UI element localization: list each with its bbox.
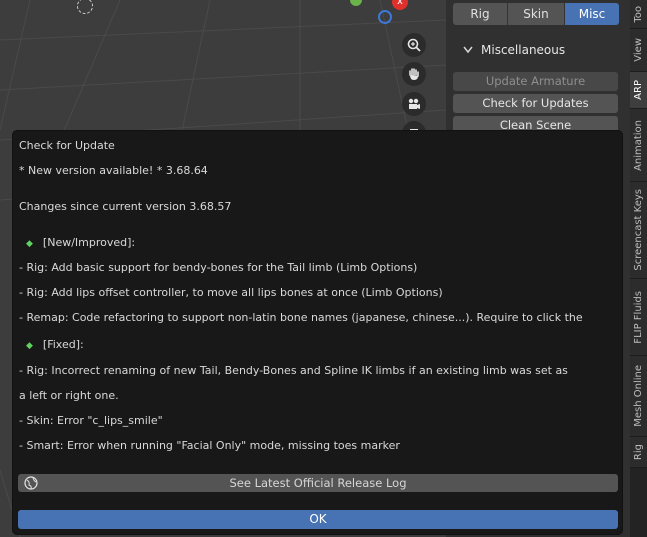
- list-item: - Rig: Add basic support for bendy-bones…: [19, 261, 418, 274]
- side-tab-flip-fluids[interactable]: FLIP Fluids: [630, 279, 647, 356]
- side-tab-mesh-online[interactable]: Mesh Online: [630, 356, 647, 437]
- release-log-button[interactable]: See Latest Official Release Log: [18, 474, 618, 492]
- zoom-icon[interactable]: [402, 33, 426, 57]
- list-item: - Rig: Incorrect renaming of new Tail, B…: [19, 364, 568, 377]
- hand-icon[interactable]: [402, 62, 426, 86]
- tab-rig[interactable]: Rig: [453, 3, 508, 25]
- update-dialog: Check for Update * New version available…: [12, 130, 623, 535]
- sidebar-tabs: Too View ARP Animation Screencast Keys F…: [630, 0, 647, 537]
- side-tab-screencast-keys[interactable]: Screencast Keys: [630, 182, 647, 279]
- ok-button[interactable]: OK: [18, 510, 618, 529]
- section-header[interactable]: Miscellaneous: [463, 43, 565, 57]
- axis-z-gizmo[interactable]: [378, 10, 392, 24]
- tab-skin[interactable]: Skin: [508, 3, 565, 25]
- release-log-label: See Latest Official Release Log: [229, 476, 407, 490]
- camera-icon[interactable]: [402, 92, 426, 116]
- list-item: - Rig: Add lips offset controller, to mo…: [19, 286, 443, 299]
- panel-tab-group: Rig Skin Misc: [453, 3, 619, 25]
- side-tab-arp[interactable]: ARP: [630, 72, 647, 109]
- new-version-text: * New version available! * 3.68.64: [19, 164, 208, 177]
- tab-misc[interactable]: Misc: [565, 3, 619, 25]
- diamond-bullet-icon: ◆: [26, 341, 33, 351]
- update-armature-button[interactable]: Update Armature: [453, 72, 618, 91]
- side-tab-tool[interactable]: Too: [630, 0, 647, 29]
- check-updates-button[interactable]: Check for Updates: [453, 94, 618, 113]
- list-item: - Smart: Error when running "Facial Only…: [19, 439, 400, 452]
- list-item: a left or right one.: [19, 389, 119, 402]
- side-tab-view[interactable]: View: [630, 29, 647, 72]
- section-title: Miscellaneous: [481, 43, 566, 57]
- side-tab-rig[interactable]: Rig: [630, 437, 647, 468]
- section-new-improved: ◆ [New/Improved]:: [26, 236, 136, 249]
- changes-text: Changes since current version 3.68.57: [19, 200, 232, 213]
- globe-icon: [24, 476, 38, 490]
- dialog-title: Check for Update: [19, 139, 115, 152]
- list-item: - Skin: Error "c_lips_smile": [19, 414, 163, 427]
- side-tab-animation[interactable]: Animation: [630, 109, 647, 182]
- list-item: - Remap: Code refactoring to support non…: [19, 311, 583, 324]
- section-fixed: ◆ [Fixed]:: [26, 338, 84, 351]
- chevron-down-icon: [463, 46, 473, 54]
- diamond-bullet-icon: ◆: [26, 239, 33, 249]
